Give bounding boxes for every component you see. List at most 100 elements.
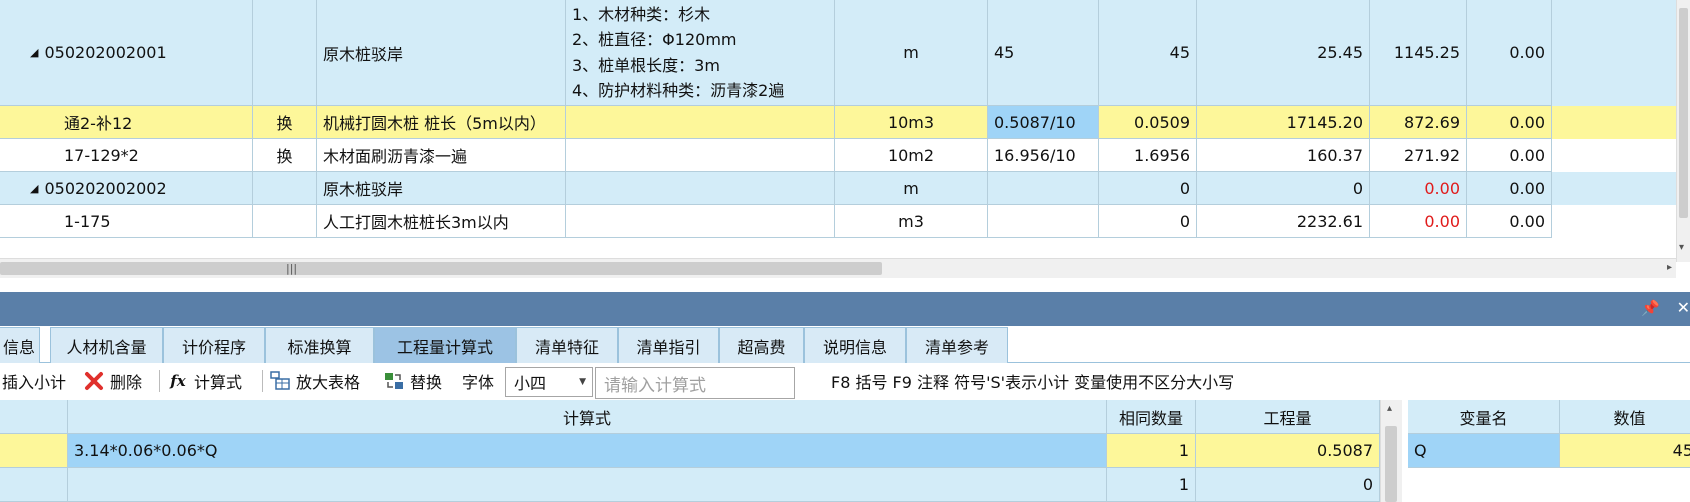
code-cell[interactable]: ◢ 050202002002: [0, 172, 253, 205]
name-cell[interactable]: 木材面刷沥青漆一遍: [317, 139, 566, 172]
tab-item-features[interactable]: 清单特征: [516, 327, 618, 363]
name-cell[interactable]: 人工打圆木桩桩长3m以内: [317, 205, 566, 238]
tab-standard-conversion[interactable]: 标准换算: [265, 327, 374, 363]
scrollbar-thumb[interactable]: [1385, 426, 1397, 502]
quantity-column-header[interactable]: 工程量: [1196, 400, 1380, 434]
quantity-cell[interactable]: 0.5087: [1196, 434, 1380, 468]
formula-button[interactable]: fx 计算式: [168, 363, 242, 399]
tab-quantity-formula[interactable]: 工程量计算式: [374, 327, 516, 363]
same-quantity-column-header[interactable]: 相同数量: [1107, 400, 1196, 434]
feature-cell[interactable]: [566, 106, 835, 139]
feature-cell[interactable]: 1、木材种类：杉木 2、桩直径：Φ120mm 3、桩单根长度：3m 4、防护材料…: [566, 0, 835, 106]
scroll-right-icon[interactable]: ▸: [1667, 262, 1672, 273]
unit-price-cell[interactable]: 160.37: [1197, 139, 1370, 172]
quantity-cell[interactable]: 0: [1099, 172, 1197, 205]
row-header[interactable]: [0, 468, 68, 502]
tab-pricing-procedure[interactable]: 计价程序: [163, 327, 265, 363]
scroll-up-icon[interactable]: ▴: [1387, 403, 1392, 414]
same-quantity-cell[interactable]: 1: [1107, 434, 1196, 468]
unit-cell[interactable]: 10m2: [835, 139, 988, 172]
unit-price-cell[interactable]: 0: [1197, 172, 1370, 205]
feature-cell[interactable]: [566, 205, 835, 238]
feature-cell[interactable]: [566, 139, 835, 172]
collapse-triangle-icon[interactable]: ◢: [30, 182, 38, 195]
formula-cell[interactable]: 3.14*0.06*0.06*Q: [68, 434, 1107, 468]
type-cell[interactable]: 换: [253, 139, 317, 172]
type-cell[interactable]: [253, 172, 317, 205]
unit-price-cell[interactable]: 25.45: [1197, 0, 1370, 106]
total-price-cell[interactable]: 271.92: [1370, 139, 1467, 172]
tab-info[interactable]: 信息: [0, 327, 40, 363]
tab-height-fee[interactable]: 超高费: [719, 327, 804, 363]
enlarge-table-button[interactable]: 放大表格: [270, 363, 360, 399]
collapse-triangle-icon[interactable]: ◢: [30, 46, 38, 59]
total-price-cell[interactable]: 872.69: [1370, 106, 1467, 139]
tab-labor-material-machine[interactable]: 人材机含量: [50, 327, 163, 363]
unit-cell[interactable]: m: [835, 172, 988, 205]
name-cell[interactable]: 机械打圆木桩 桩长（5m以内）: [317, 106, 566, 139]
variable-name-cell[interactable]: Q: [1408, 434, 1560, 468]
table-row[interactable]: ◢ 050202002002 原木桩驳岸 m 0 0 0.00 0.00: [0, 172, 1676, 205]
vertical-scrollbar[interactable]: ▾: [1676, 0, 1690, 262]
name-cell[interactable]: 原木桩驳岸: [317, 172, 566, 205]
close-icon[interactable]: ✕: [1677, 298, 1690, 317]
unit-cell[interactable]: m3: [835, 205, 988, 238]
delete-button[interactable]: 删除: [84, 363, 142, 399]
extra-cell[interactable]: 0.00: [1467, 0, 1552, 106]
total-price-cell[interactable]: 1145.25: [1370, 0, 1467, 106]
chevron-down-icon[interactable]: ▼: [579, 377, 586, 387]
code-cell[interactable]: 17-129*2: [0, 139, 253, 172]
scrollbar-thumb[interactable]: [1679, 8, 1688, 218]
table-row[interactable]: 17-129*2 换 木材面刷沥青漆一遍 10m2 16.956/10 1.69…: [0, 139, 1676, 172]
table-row[interactable]: ◢ 050202002001 原木桩驳岸 1、木材种类：杉木 2、桩直径：Φ12…: [0, 0, 1676, 106]
formula-grid-scrollbar[interactable]: ▴: [1380, 400, 1402, 502]
variable-value-column-header[interactable]: 数值: [1560, 400, 1690, 434]
table-row[interactable]: 通2-补12 换 机械打圆木桩 桩长（5m以内） 10m3 0.5087/10 …: [0, 106, 1676, 139]
scroll-down-icon[interactable]: ▾: [1679, 242, 1684, 253]
unit-price-cell[interactable]: 2232.61: [1197, 205, 1370, 238]
feature-cell[interactable]: [566, 172, 835, 205]
quantity-expression-cell[interactable]: 45: [988, 0, 1099, 106]
same-quantity-cell[interactable]: 1: [1107, 468, 1196, 502]
table-row[interactable]: 1-175 人工打圆木桩桩长3m以内 m3 0 2232.61 0.00 0.0…: [0, 205, 1676, 238]
extra-cell[interactable]: 0.00: [1467, 172, 1552, 205]
horizontal-scrollbar[interactable]: ||| ▸: [0, 258, 1676, 278]
extra-cell[interactable]: 0.00: [1467, 106, 1552, 139]
quantity-expression-cell[interactable]: [988, 205, 1099, 238]
pin-icon[interactable]: 📌: [1641, 299, 1660, 317]
formula-cell[interactable]: [68, 468, 1107, 502]
quantity-cell[interactable]: 0.0509: [1099, 106, 1197, 139]
quantity-cell[interactable]: 45: [1099, 0, 1197, 106]
tab-description[interactable]: 说明信息: [804, 327, 906, 363]
replace-button[interactable]: 替换: [384, 363, 442, 399]
code-cell[interactable]: 通2-补12: [0, 106, 253, 139]
quantity-cell[interactable]: 1.6956: [1099, 139, 1197, 172]
quantity-expression-cell[interactable]: 0.5087/10: [988, 106, 1099, 139]
quantity-cell[interactable]: 0: [1196, 468, 1380, 502]
quantity-expression-cell[interactable]: [988, 172, 1099, 205]
total-price-cell[interactable]: 0.00: [1370, 172, 1467, 205]
unit-cell[interactable]: 10m3: [835, 106, 988, 139]
unit-cell[interactable]: m: [835, 0, 988, 106]
formula-input[interactable]: 请输入计算式: [595, 367, 795, 399]
type-cell[interactable]: [253, 0, 317, 106]
formula-column-header[interactable]: 计算式: [68, 400, 1107, 434]
total-price-cell[interactable]: 0.00: [1370, 205, 1467, 238]
row-header[interactable]: [0, 434, 68, 468]
scrollbar-thumb[interactable]: [0, 262, 882, 275]
type-cell[interactable]: 换: [253, 106, 317, 139]
tab-item-guide[interactable]: 清单指引: [618, 327, 719, 363]
code-cell[interactable]: 1-175: [0, 205, 253, 238]
variable-name-column-header[interactable]: 变量名: [1408, 400, 1560, 434]
insert-subtotal-button[interactable]: 插入小计: [2, 363, 66, 399]
tab-item-reference[interactable]: 清单参考: [906, 327, 1008, 363]
quantity-cell[interactable]: 0: [1099, 205, 1197, 238]
unit-price-cell[interactable]: 17145.20: [1197, 106, 1370, 139]
extra-cell[interactable]: 0.00: [1467, 205, 1552, 238]
variable-value-cell[interactable]: 45: [1560, 434, 1690, 468]
type-cell[interactable]: [253, 205, 317, 238]
code-cell[interactable]: ◢ 050202002001: [0, 0, 253, 106]
quantity-expression-cell[interactable]: 16.956/10: [988, 139, 1099, 172]
extra-cell[interactable]: 0.00: [1467, 139, 1552, 172]
font-size-select[interactable]: 小四 ▼: [505, 367, 593, 397]
